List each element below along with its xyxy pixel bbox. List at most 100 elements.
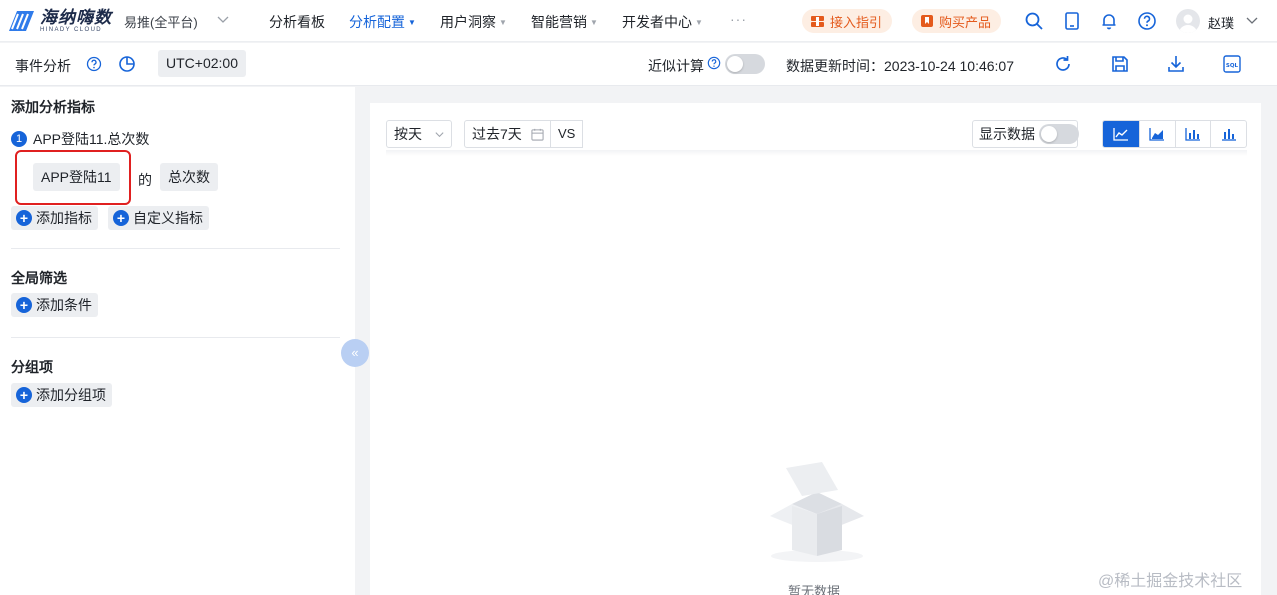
chart-type-switcher [1102,120,1247,148]
show-data-label: 显示数据 [979,126,1035,142]
plus-icon: + [113,210,129,226]
username[interactable]: 赵璞 [1208,13,1234,32]
plus-icon: + [16,297,32,313]
add-metric-button[interactable]: + 添加指标 [11,206,98,230]
download-icon[interactable] [1166,54,1186,74]
empty-state-text: 暂无数据 [788,584,841,595]
analysis-toolbar: 事件分析 UTC+02:00 近似计算 数据更新时间：2023-10-24 10… [0,43,1277,86]
bell-icon[interactable] [1099,11,1119,31]
caret-down-icon: ▼ [695,17,703,27]
approx-calc-toggle[interactable] [725,54,765,74]
project-selector[interactable]: 易推(全平台) [124,12,198,31]
nav-item-label: 用户洞察 [440,14,496,30]
search-icon[interactable] [1024,11,1044,31]
access-guide-label: 接入指引 [830,14,883,30]
bar-chart-icon [1185,128,1200,141]
buy-product-label: 购买产品 [939,14,992,30]
nav-item-label: 分析看板 [269,14,325,30]
chevron-down-icon[interactable] [1245,13,1259,27]
help-icon[interactable] [1137,11,1157,31]
page-title: 事件分析 [15,58,71,74]
caret-down-icon: ▼ [499,17,507,27]
collapse-panel-button[interactable]: « [341,339,369,367]
user-icon [1179,14,1197,33]
more-menu-icon[interactable]: ··· [730,11,747,27]
nav-item-smart-marketing[interactable]: 智能营销 ▼ [531,12,598,32]
aggregation-selector[interactable]: 总次数 [160,163,218,191]
tablet-icon[interactable] [1062,11,1082,31]
plus-icon: + [16,210,32,226]
divider [550,120,551,148]
empty-box-icon [770,462,864,562]
watermark: @稀土掘金技术社区 [1098,573,1243,590]
filter-section-title: 全局筛选 [11,270,67,286]
caret-down-icon: ▼ [590,17,598,27]
nav-item-label: 开发者中心 [622,14,692,30]
chevron-down-icon [435,132,444,138]
top-navbar: 海纳嗨数 HINADY CLOUD 易推(全平台) 分析看板 分析配置 ▼ 用户洞… [0,0,1277,42]
line-chart-icon [1113,128,1128,141]
nav-item-label: 分析配置 [349,14,405,30]
pie-chart-icon[interactable] [118,55,136,73]
custom-metric-label: 自定义指标 [133,210,203,226]
column-chart-icon [1221,129,1236,141]
date-range-value: 过去7天 [472,126,522,142]
divider [11,248,340,249]
add-condition-button[interactable]: + 添加条件 [11,293,98,317]
plus-icon: + [16,387,32,403]
brand-name: 海纳嗨数 [40,8,112,27]
bar-chart-button[interactable] [1174,121,1211,147]
avatar[interactable] [1176,9,1200,33]
nav-item-analysis-config[interactable]: 分析配置 ▼ [349,12,416,32]
add-group-button[interactable]: + 添加分组项 [11,383,112,407]
date-range-picker[interactable]: 过去7天 VS [464,120,583,148]
event-selector[interactable]: APP登陆11 [33,163,120,191]
add-group-label: 添加分组项 [36,387,106,403]
buy-product-button[interactable]: 购买产品 [912,9,1002,33]
refresh-icon[interactable] [1053,54,1073,74]
area-chart-button[interactable] [1138,121,1175,147]
nav-item-label: 智能营销 [531,14,587,30]
caret-down-icon: ▼ [408,17,416,27]
area-chart-icon [1149,128,1165,141]
nav-item-user-insight[interactable]: 用户洞察 ▼ [440,12,507,32]
calendar-icon [531,128,544,141]
chart-area: 按天 过去7天 VS 显示数据 暂无数据 [370,103,1261,595]
of-connector: 的 [138,172,152,188]
add-condition-label: 添加条件 [36,297,92,313]
access-guide-button[interactable]: 接入指引 [802,9,893,33]
brand-subname: HINADY CLOUD [40,27,103,33]
custom-metric-button[interactable]: + 自定义指标 [108,206,209,230]
sql-icon[interactable]: SQL [1222,54,1242,74]
granularity-value: 按天 [394,126,422,142]
brand-logo[interactable]: 海纳嗨数 HINADY CLOUD [6,9,112,33]
show-data-toggle[interactable] [1039,124,1079,144]
guide-icon [811,15,824,27]
bookmark-icon [921,15,933,27]
divider [386,150,1247,156]
chevron-down-icon[interactable] [216,12,230,26]
timezone-selector[interactable]: UTC+02:00 [158,50,246,77]
config-panel: 添加分析指标 1 APP登陆11.总次数 APP登陆11 的 总次数 + 添加指… [0,87,355,595]
stacked-bar-chart-button[interactable] [1210,121,1246,147]
divider [11,337,340,338]
group-section-title: 分组项 [11,359,53,375]
add-metric-label: 添加指标 [36,210,92,226]
granularity-select[interactable]: 按天 [386,120,452,148]
approx-calc-label: 近似计算 [648,58,704,74]
line-chart-button[interactable] [1103,121,1139,147]
help-icon[interactable] [86,56,102,72]
save-icon[interactable] [1110,54,1130,74]
show-data-control: 显示数据 [972,120,1079,148]
logo-mark-icon [9,11,34,31]
help-icon[interactable] [707,56,721,70]
metric-item: 1 APP登陆11.总次数 [11,129,149,149]
double-chevron-left-icon: « [351,345,359,360]
metric-index-badge: 1 [11,131,27,147]
compare-vs-button[interactable]: VS [558,121,575,147]
metric-label[interactable]: APP登陆11.总次数 [33,129,149,149]
data-updated-time: 数据更新时间：2023-10-24 10:46:07 [786,58,1014,74]
nav-item-developer-center[interactable]: 开发者中心 ▼ [622,12,703,32]
svg-text:SQL: SQL [1226,63,1239,69]
nav-item-dashboard[interactable]: 分析看板 [269,12,325,32]
